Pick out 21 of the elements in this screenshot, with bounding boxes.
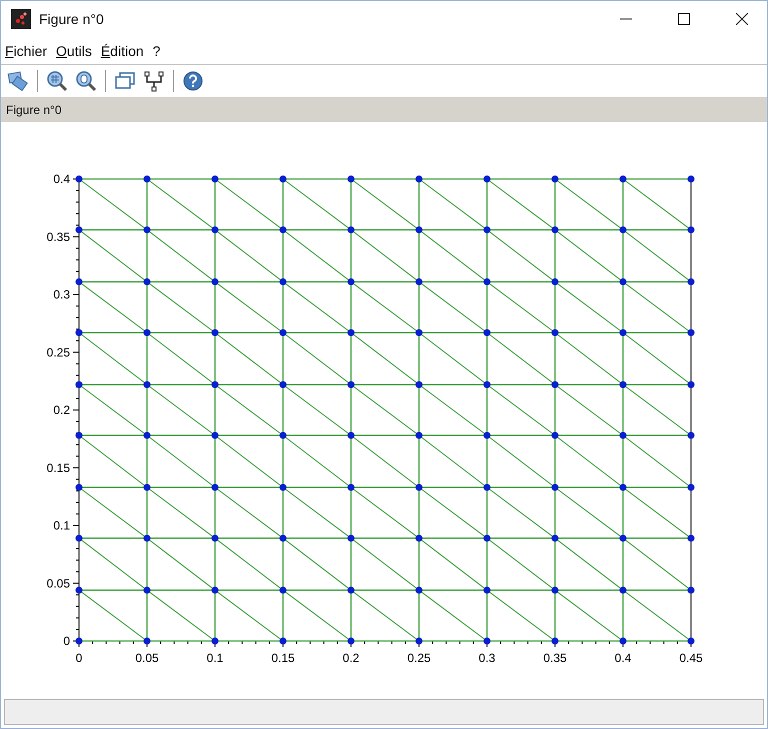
y-tick-label: 0.05: [46, 576, 70, 591]
x-tick-label: 0.05: [135, 651, 159, 666]
x-tick-label: 0.35: [543, 651, 567, 666]
x-tick-label: 0.25: [407, 651, 431, 666]
x-tick-label: 0.45: [679, 651, 703, 666]
figure-title: Figure n°0: [6, 102, 62, 117]
y-tick-label: 0.3: [53, 288, 70, 302]
x-tick-label: 0: [76, 651, 82, 666]
x-tick-label: 0.4: [614, 651, 632, 666]
y-tick-label: 0.2: [53, 403, 70, 418]
x-tick-label: 0.1: [206, 651, 224, 666]
y-tick-label: 0.25: [46, 346, 70, 360]
y-tick-label: 0: [63, 634, 70, 648]
y-tick-label: 0.15: [46, 461, 70, 476]
window-title: Figure n°0: [39, 11, 105, 27]
x-tick-label: 0.3: [478, 651, 496, 666]
x-tick-label: 0.2: [342, 651, 360, 666]
y-tick-label: 0.4: [53, 172, 70, 186]
x-tick-label: 0.15: [271, 651, 295, 666]
y-tick-label: 0.1: [53, 518, 70, 533]
y-tick-label: 0.35: [46, 230, 70, 244]
